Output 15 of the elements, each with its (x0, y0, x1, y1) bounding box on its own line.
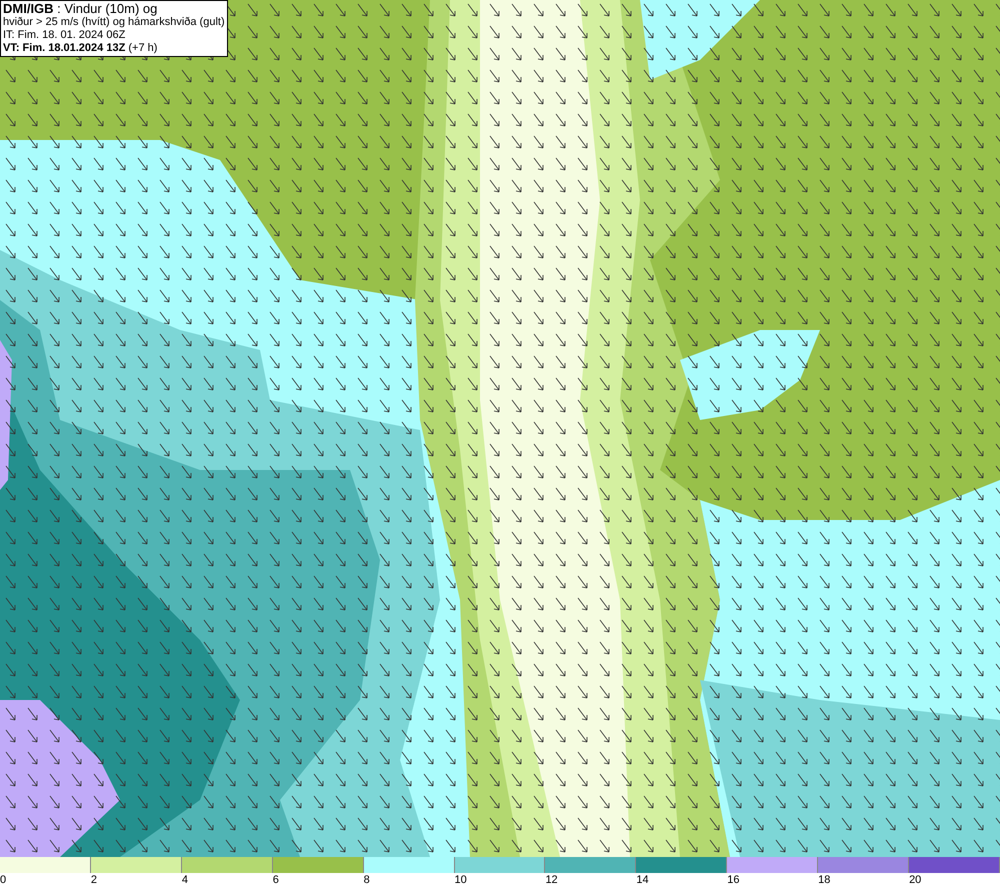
legend-label: 6 (272, 874, 279, 886)
header-line: hviður > 25 m/s (hvítt) og hámarkshviða (gult) (3, 16, 225, 29)
legend-label: 18 (818, 874, 830, 886)
legend-label: 20 (909, 874, 922, 886)
header-line: IT: Fim. 18. 01. 2024 06Z (3, 29, 126, 42)
legend-label: 8 (364, 874, 370, 886)
legend-label: 12 (545, 874, 558, 886)
legend-label: 10 (454, 874, 467, 886)
legend-label: 0 (0, 874, 6, 886)
legend-label: 16 (727, 874, 740, 886)
legend-label: 2 (90, 874, 98, 886)
legend-label: 4 (182, 874, 188, 886)
header-line: DMI/IGB : Vindur (10m) og (3, 2, 158, 16)
header-line: VT: Fim. 18.01.2024 13Z (+7 h) (3, 42, 158, 55)
legend-label: 14 (636, 874, 649, 886)
